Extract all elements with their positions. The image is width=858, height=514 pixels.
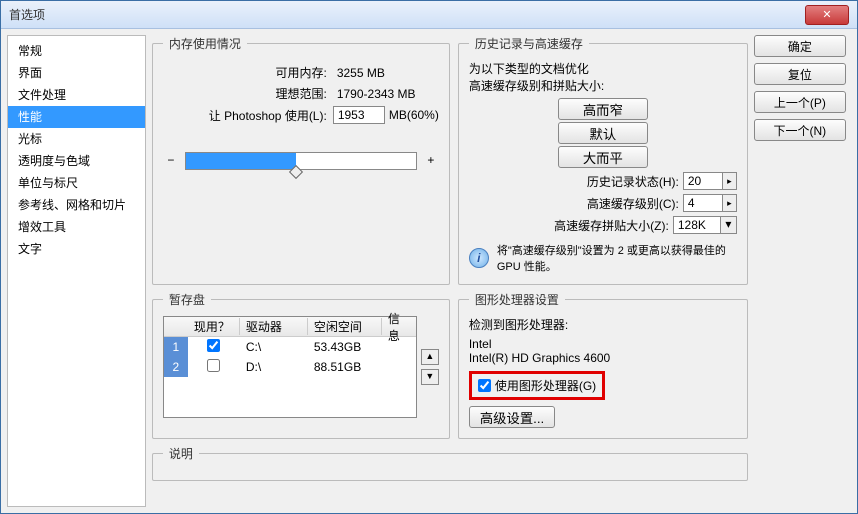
slider-minus-button[interactable]: − <box>163 153 179 169</box>
slider-fill <box>186 153 296 169</box>
cache-levels-input[interactable] <box>683 194 723 212</box>
sidebar: 常规界面文件处理性能光标透明度与色域单位与标尺参考线、网格和切片增效工具文字 <box>7 35 146 507</box>
main-panel: 内存使用情况 可用内存:3255 MB 理想范围:1790-2343 MB 让 … <box>146 29 754 513</box>
cache-tile-select[interactable] <box>673 216 721 234</box>
gpu-legend: 图形处理器设置 <box>469 291 565 308</box>
sidebar-item[interactable]: 光标 <box>8 128 145 150</box>
tall-thin-button[interactable]: 高而窄 <box>558 98 648 120</box>
spinner-icon[interactable]: ▸ <box>723 172 737 190</box>
sidebar-item[interactable]: 常规 <box>8 40 145 62</box>
memory-slider[interactable] <box>185 152 417 170</box>
slider-plus-button[interactable]: + <box>423 153 439 169</box>
row-number: 2 <box>164 357 188 377</box>
row-number: 1 <box>164 337 188 357</box>
chevron-down-icon[interactable]: ▾ <box>721 216 737 234</box>
use-gpu-checkbox[interactable] <box>478 379 491 392</box>
sidebar-item[interactable]: 文件处理 <box>8 84 145 106</box>
table-row[interactable]: 1 C:\53.43GB <box>164 337 416 357</box>
description-group: 说明 <box>152 445 748 481</box>
active-checkbox[interactable] <box>207 359 220 372</box>
dialog-buttons: 确定 复位 上一个(P) 下一个(N) <box>754 29 857 513</box>
ok-button[interactable]: 确定 <box>754 35 846 57</box>
memory-legend: 内存使用情况 <box>163 35 247 52</box>
window-title: 首选项 <box>9 6 45 23</box>
optimize-hint: 为以下类型的文档优化 高速缓存级别和拼贴大小: <box>469 60 737 94</box>
ideal-range-value: 1790-2343 MB <box>333 87 416 101</box>
let-ps-use-label: 让 Photoshop 使用(L): <box>163 107 333 124</box>
preferences-window: 首选项 ✕ 常规界面文件处理性能光标透明度与色域单位与标尺参考线、网格和切片增效… <box>0 0 858 514</box>
scratch-table: 现用？ 驱动器 空闲空间 信息 1 C:\53.43GB 2 D:\88.51GB <box>163 316 417 418</box>
active-checkbox[interactable] <box>207 339 220 352</box>
col-active: 现用？ <box>188 318 240 335</box>
avail-mem-value: 3255 MB <box>333 66 385 80</box>
titlebar: 首选项 ✕ <box>1 1 857 29</box>
sidebar-item[interactable]: 文字 <box>8 238 145 260</box>
sidebar-item[interactable]: 界面 <box>8 62 145 84</box>
history-legend: 历史记录与高速缓存 <box>469 35 589 52</box>
sidebar-item[interactable]: 参考线、网格和切片 <box>8 194 145 216</box>
free-cell: 88.51GB <box>308 360 382 374</box>
history-states-input[interactable] <box>683 172 723 190</box>
scratch-disk-group: 暂存盘 现用？ 驱动器 空闲空间 信息 1 C:\53.43GB 2 D:\88.51… <box>152 291 450 439</box>
col-info: 信息 <box>382 310 416 344</box>
sidebar-item[interactable]: 透明度与色域 <box>8 150 145 172</box>
drive-cell: C:\ <box>240 340 308 354</box>
avail-mem-label: 可用内存: <box>163 64 333 81</box>
ideal-range-label: 理想范围: <box>163 85 333 102</box>
cache-tile-label: 高速缓存拼贴大小(Z): <box>554 217 673 234</box>
scratch-legend: 暂存盘 <box>163 291 211 308</box>
gpu-model: Intel(R) HD Graphics 4600 <box>469 351 737 365</box>
gpu-vendor: Intel <box>469 337 737 351</box>
sidebar-item[interactable]: 性能 <box>8 106 145 128</box>
advanced-settings-button[interactable]: 高级设置... <box>469 406 555 428</box>
drive-cell: D:\ <box>240 360 308 374</box>
spinner-icon[interactable]: ▸ <box>723 194 737 212</box>
use-gpu-label: 使用图形处理器(G) <box>495 377 596 394</box>
memory-group: 内存使用情况 可用内存:3255 MB 理想范围:1790-2343 MB 让 … <box>152 35 450 285</box>
table-header: 现用？ 驱动器 空闲空间 信息 <box>164 317 416 337</box>
sidebar-item[interactable]: 增效工具 <box>8 216 145 238</box>
next-button[interactable]: 下一个(N) <box>754 119 846 141</box>
free-cell: 53.43GB <box>308 340 382 354</box>
col-drive: 驱动器 <box>240 318 308 335</box>
big-flat-button[interactable]: 大而平 <box>558 146 648 168</box>
sidebar-item[interactable]: 单位与标尺 <box>8 172 145 194</box>
cache-info-text: 将"高速缓存级别"设置为 2 或更高以获得最佳的 GPU 性能。 <box>497 242 737 274</box>
memory-suffix: MB(60%) <box>385 108 439 122</box>
use-gpu-highlight: 使用图形处理器(G) <box>469 371 605 400</box>
gpu-group: 图形处理器设置 检测到图形处理器: Intel Intel(R) HD Grap… <box>458 291 748 439</box>
reorder-controls: ▲ ▼ <box>421 316 439 418</box>
table-row[interactable]: 2 D:\88.51GB <box>164 357 416 377</box>
memory-input[interactable] <box>333 106 385 124</box>
move-up-button[interactable]: ▲ <box>421 349 439 365</box>
description-legend: 说明 <box>163 445 199 462</box>
gpu-detected-label: 检测到图形处理器: <box>469 316 737 333</box>
move-down-button[interactable]: ▼ <box>421 369 439 385</box>
close-icon[interactable]: ✕ <box>805 5 849 25</box>
col-free: 空闲空间 <box>308 318 382 335</box>
history-cache-group: 历史记录与高速缓存 为以下类型的文档优化 高速缓存级别和拼贴大小: 高而窄 默认… <box>458 35 748 285</box>
default-button[interactable]: 默认 <box>558 122 648 144</box>
reset-button[interactable]: 复位 <box>754 63 846 85</box>
info-icon: i <box>469 248 489 268</box>
prev-button[interactable]: 上一个(P) <box>754 91 846 113</box>
history-states-label: 历史记录状态(H): <box>587 173 683 190</box>
cache-levels-label: 高速缓存级别(C): <box>587 195 683 212</box>
